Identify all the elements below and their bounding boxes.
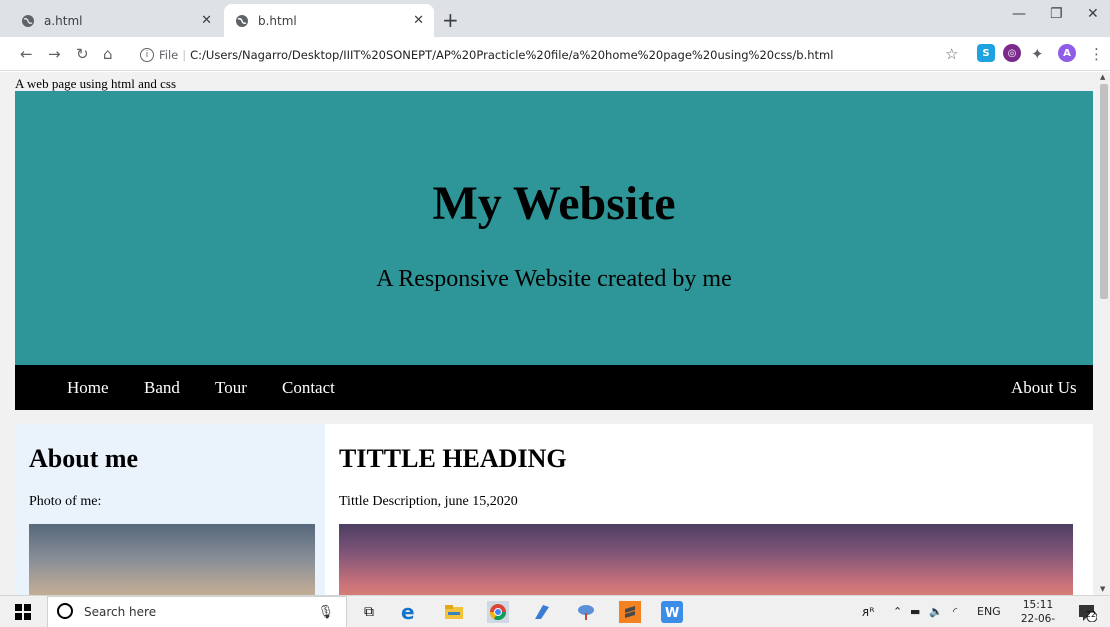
extension-icon[interactable]: ◎ [1003,44,1021,62]
microphone-icon[interactable]: 🎙 [317,605,334,620]
cortana-icon [56,602,74,623]
side-heading: About me [29,444,139,473]
scroll-up-icon[interactable]: ▲ [1100,73,1105,81]
home-icon[interactable]: ⌂ [103,45,113,63]
hero-header: My Website A Responsive Website created … [15,91,1093,365]
scheme-label: File [159,47,179,62]
menu-icon[interactable]: ⋮ [1089,45,1104,63]
language-indicator[interactable]: ENG [977,605,1001,618]
nav-link-about-us[interactable]: About Us [1011,378,1077,398]
extensions-puzzle-icon[interactable]: ✦ [1031,45,1044,63]
sunset-image [339,524,1073,595]
site-title: My Website [432,177,676,230]
show-hidden-icons[interactable]: ⌃ [893,605,902,618]
site-navbar: Home Band Tour Contact About Us [15,365,1093,410]
battery-icon[interactable]: ▬ [910,605,920,618]
nav-link-tour[interactable]: Tour [215,378,247,398]
close-window-icon[interactable]: ✕ [1087,6,1099,22]
site-subtitle: A Responsive Website created by me [376,266,732,292]
wifi-icon[interactable]: ◜ [953,605,957,618]
info-icon[interactable]: i [140,47,154,62]
restore-icon[interactable]: ❐ [1050,6,1063,22]
main-description: Tittle Description, june 15,2020 [339,494,518,509]
taskbar-search[interactable]: Search here 🎙 [47,596,347,627]
reload-icon[interactable]: ↻ [76,45,89,63]
nav-link-contact[interactable]: Contact [282,378,335,398]
task-view-icon[interactable]: ⧉ [358,601,380,623]
skype-extension-icon[interactable]: S [977,44,995,62]
profile-avatar[interactable]: A [1058,44,1076,62]
app-w-icon[interactable]: W [661,601,683,623]
scroll-down-icon[interactable]: ▼ [1100,585,1105,593]
svg-text:e: e [401,602,415,622]
minimize-icon[interactable]: — [1012,6,1026,22]
clock-time: 15:11 [1022,599,1054,611]
side-column: About me Photo of me: [15,424,325,595]
clock-date: 22-06-2020 [1020,613,1056,625]
back-icon[interactable]: ← [20,45,33,63]
notifications-icon[interactable]: 22 [1076,601,1098,623]
windows-taskbar: Search here 🎙 ⧉ e W ᴙᴿ ⌃ ▬ 🔈 ◜ ENG 15:11… [0,595,1110,627]
new-tab-button[interactable]: + [442,8,459,32]
notification-count: 22 [1085,610,1097,619]
url-text: C:/Users/Nagarro/Desktop/IIIT%20SONEPT/A… [190,47,834,62]
address-bar[interactable]: i File | C:/Users/Nagarro/Desktop/IIIT%2… [130,41,970,68]
globe-icon [234,13,250,29]
browser-toolbar: ← → ↻ ⌂ i File | C:/Users/Nagarro/Deskto… [0,37,1110,71]
tab-b-html[interactable]: b.html ✕ [224,4,434,37]
tab-a-html[interactable]: a.html ✕ [10,4,222,37]
nav-link-home[interactable]: Home [67,378,109,398]
tab-title: a.html [44,13,83,28]
forward-icon[interactable]: → [48,45,61,63]
page-intro-text: A web page using html and css [15,76,177,91]
nav-link-band[interactable]: Band [144,378,180,398]
clock[interactable]: 15:11 22-06-2020 [1012,598,1064,627]
app-icon[interactable] [531,601,553,623]
people-icon[interactable]: ᴙᴿ [862,605,874,619]
file-explorer-icon[interactable] [443,601,465,623]
scheme-separator: | [182,47,187,62]
star-icon[interactable]: ☆ [945,45,958,63]
volume-icon[interactable]: 🔈 [929,605,943,618]
close-tab-icon[interactable]: ✕ [201,13,212,28]
main-heading: TITTLE HEADING [339,444,567,473]
profile-photo [29,524,315,595]
close-tab-icon[interactable]: ✕ [413,13,424,28]
tab-strip: a.html ✕ b.html ✕ + — ❐ ✕ [0,0,1110,37]
tab-title: b.html [258,13,297,28]
edge-icon[interactable]: e [398,601,420,623]
windows-start-icon[interactable] [12,601,34,623]
page-scrollbar[interactable]: ▲ ▼ [1098,72,1110,595]
svg-text:W: W [665,606,679,620]
chrome-icon[interactable] [487,601,509,623]
side-caption: Photo of me: [29,494,102,509]
page-viewport: A web page using html and css My Website… [0,72,1098,595]
globe-icon [20,13,36,29]
sublime-text-icon[interactable] [619,601,641,623]
main-column: TITTLE HEADING Tittle Description, june … [325,424,1093,595]
search-placeholder: Search here [84,605,157,619]
scroll-thumb[interactable] [1100,84,1108,299]
paint-icon[interactable] [575,601,597,623]
